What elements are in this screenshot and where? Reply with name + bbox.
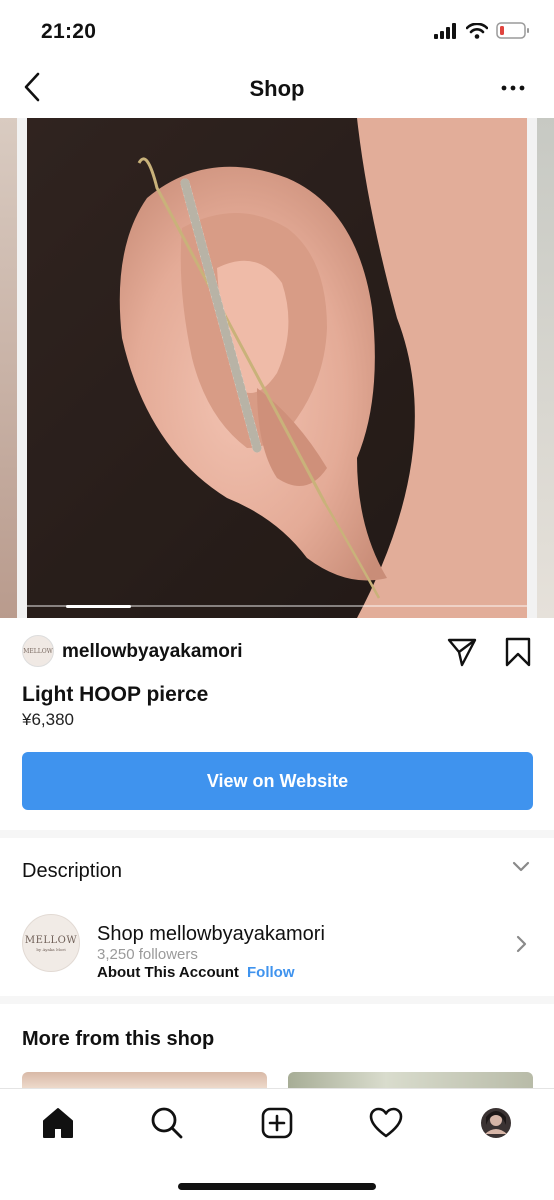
page-title: Shop <box>249 76 305 101</box>
avatar <box>481 1108 511 1138</box>
nav-bar: Shop <box>0 60 554 118</box>
seller-name[interactable]: mellowbyayakamori <box>62 641 243 663</box>
tab-search[interactable] <box>149 1105 185 1141</box>
wifi-icon <box>466 22 488 39</box>
shop-followers-count: 3,250 followers <box>97 946 198 963</box>
section-divider <box>0 830 554 838</box>
product-image[interactable] <box>27 118 527 618</box>
tab-activity[interactable] <box>368 1105 404 1141</box>
heart-icon <box>369 1107 403 1138</box>
status-bar: 21:20 <box>0 0 554 60</box>
shop-account-row[interactable]: MELLOW by Ayaka Mori Shop mellowbyayakam… <box>22 912 532 981</box>
share-icon[interactable] <box>446 636 478 668</box>
seller-avatar[interactable]: MELLOW <box>22 635 54 667</box>
section-divider <box>0 996 554 1004</box>
carousel-progress-indicator <box>66 605 131 608</box>
plus-square-icon <box>261 1107 293 1139</box>
more-horizontal-icon[interactable] <box>500 78 526 98</box>
tab-bar <box>0 1088 554 1200</box>
home-icon <box>43 1108 73 1138</box>
tab-home[interactable] <box>40 1105 76 1141</box>
status-time: 21:20 <box>41 20 97 43</box>
next-image-peek[interactable] <box>537 118 554 618</box>
shop-avatar-subtext: by Ayaka Mori <box>36 946 66 952</box>
product-image-carousel[interactable] <box>0 118 554 618</box>
description-row[interactable]: Description <box>22 845 532 895</box>
seller-avatar-text: MELLOW <box>23 647 53 655</box>
seller-row: MELLOW mellowbyayakamori <box>22 632 532 672</box>
description-label: Description <box>22 860 123 882</box>
status-icons <box>434 22 530 39</box>
shop-avatar[interactable]: MELLOW by Ayaka Mori <box>22 914 80 972</box>
tab-profile[interactable] <box>478 1105 514 1141</box>
tab-create[interactable] <box>259 1105 295 1141</box>
home-indicator <box>178 1183 376 1190</box>
cellular-signal-icon <box>434 22 456 39</box>
view-on-website-button[interactable]: View on Website <box>22 752 533 810</box>
about-this-account-link[interactable]: About This Account <box>97 964 239 981</box>
shop-account-title[interactable]: Shop mellowbyayakamori <box>97 923 325 946</box>
search-icon <box>151 1107 183 1139</box>
follow-button[interactable]: Follow <box>247 964 295 981</box>
chevron-down-icon[interactable] <box>510 859 532 875</box>
shop-avatar-text: MELLOW <box>24 934 78 946</box>
chevron-right-icon[interactable] <box>516 934 528 954</box>
product-name: Light HOOP pierce <box>22 683 209 706</box>
previous-image-peek[interactable] <box>0 118 17 618</box>
more-from-shop-title: More from this shop <box>22 1028 215 1050</box>
bookmark-icon[interactable] <box>504 636 532 668</box>
battery-icon <box>496 22 529 39</box>
product-price: ¥6,380 <box>22 710 74 729</box>
